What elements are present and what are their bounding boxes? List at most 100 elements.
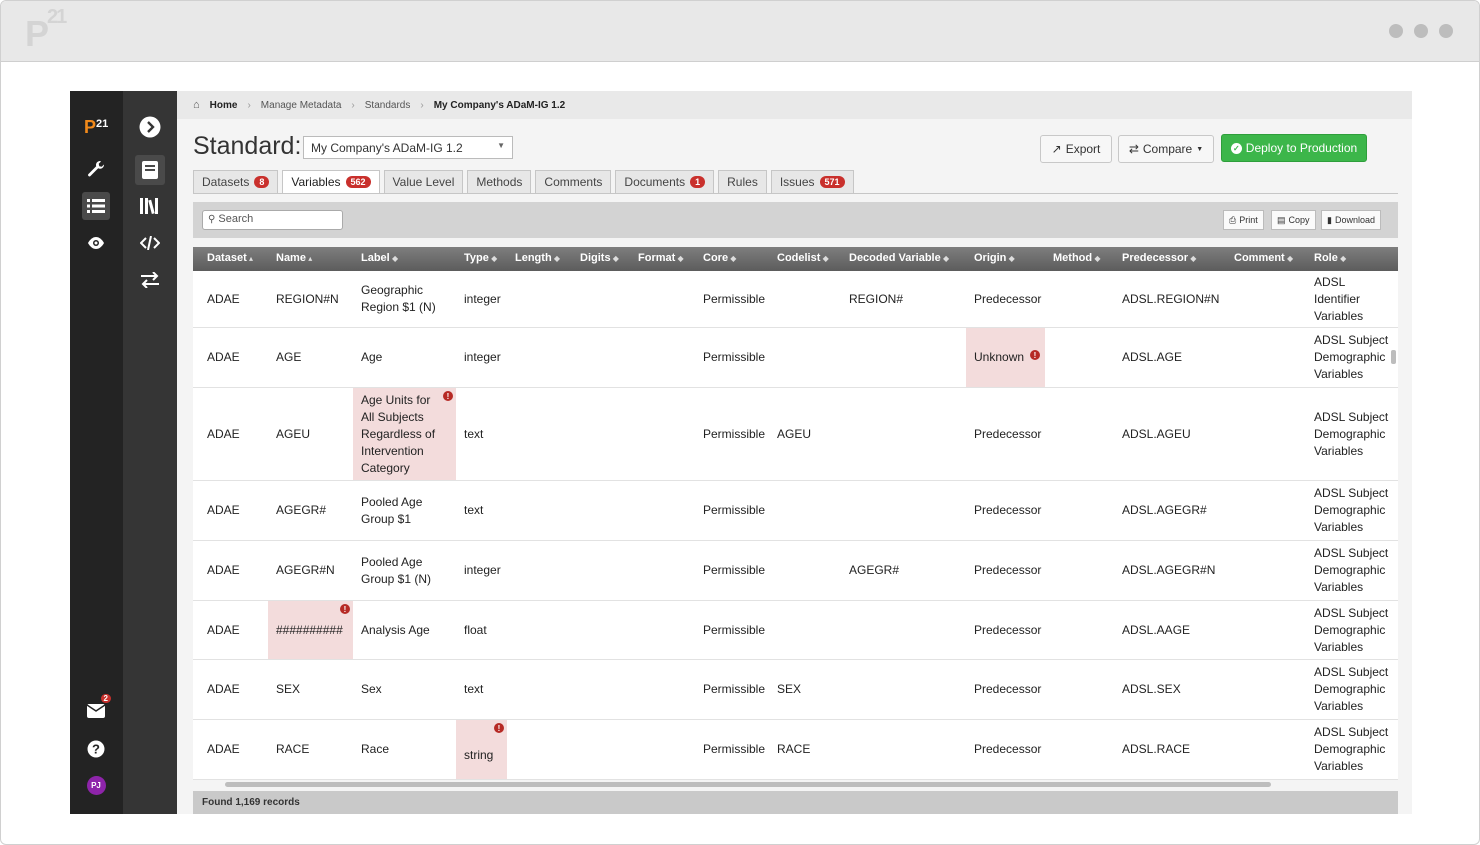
- column-header[interactable]: Name ▴: [276, 252, 312, 264]
- cell-name[interactable]: ##########!: [268, 601, 353, 659]
- print-button[interactable]: ⎙ Print: [1223, 210, 1264, 230]
- cell-origin[interactable]: Predecessor: [966, 720, 1045, 779]
- eye-icon[interactable]: [82, 229, 110, 257]
- tab-methods[interactable]: Methods: [467, 170, 532, 193]
- error-icon[interactable]: !: [340, 604, 350, 614]
- cell-dataset[interactable]: ADAE: [199, 660, 268, 719]
- cell-codelist[interactable]: RACE: [769, 720, 841, 779]
- cell-codelist[interactable]: AGEU: [769, 388, 841, 480]
- export-button[interactable]: ↗ Export: [1040, 135, 1112, 163]
- cell-decoded[interactable]: [841, 601, 966, 659]
- cell-role[interactable]: ADSL Identifier Variables: [1306, 271, 1390, 327]
- table-row[interactable]: ADAE AGEGR#N Pooled Age Group $1 (N) intege…: [193, 541, 1398, 601]
- window-dot[interactable]: [1389, 24, 1403, 38]
- library-icon[interactable]: [136, 192, 164, 220]
- tab-value-level[interactable]: Value Level: [383, 170, 464, 193]
- cell-type[interactable]: text: [456, 388, 507, 480]
- cell-predecessor[interactable]: ADSL.RACE: [1114, 720, 1226, 779]
- cell-name[interactable]: SEX: [268, 660, 353, 719]
- cell-origin[interactable]: Predecessor: [966, 660, 1045, 719]
- cell-role[interactable]: ADSL Subject Demographic Variables: [1306, 720, 1390, 779]
- cell-type[interactable]: text: [456, 481, 507, 540]
- error-icon[interactable]: !: [494, 723, 504, 733]
- home-icon[interactable]: ⌂: [193, 99, 200, 111]
- cell-origin[interactable]: Predecessor: [966, 271, 1045, 327]
- column-header[interactable]: Dataset ▴: [207, 252, 253, 264]
- cell-predecessor[interactable]: ADSL.SEX: [1114, 660, 1226, 719]
- table-row[interactable]: ADAE REGION#N Geographic Region $1 (N) inte…: [193, 271, 1398, 328]
- cell-origin[interactable]: Predecessor: [966, 541, 1045, 600]
- tab-datasets[interactable]: Datasets 8: [193, 170, 279, 193]
- cell-codelist[interactable]: SEX: [769, 660, 841, 719]
- copy-button[interactable]: ▤ Copy: [1271, 210, 1316, 230]
- column-header[interactable]: Label ◆: [361, 252, 398, 264]
- cell-decoded[interactable]: REGION#: [841, 271, 966, 327]
- cell-name[interactable]: AGEU: [268, 388, 353, 480]
- tab-issues[interactable]: Issues 571: [770, 170, 854, 193]
- cell-label[interactable]: Analysis Age: [353, 601, 456, 659]
- standard-select[interactable]: My Company's ADaM-IG 1.2 ▼: [303, 136, 513, 159]
- cell-decoded[interactable]: [841, 481, 966, 540]
- cell-predecessor[interactable]: ADSL.AGE: [1114, 328, 1226, 387]
- column-header[interactable]: Length ◆: [515, 252, 560, 264]
- cell-label[interactable]: Sex: [353, 660, 456, 719]
- cell-origin[interactable]: Unknown!: [966, 328, 1045, 387]
- cell-type[interactable]: integer: [456, 328, 507, 387]
- cell-core[interactable]: Permissible: [695, 601, 769, 659]
- cell-origin[interactable]: Predecessor: [966, 481, 1045, 540]
- column-header[interactable]: Format ◆: [638, 252, 684, 264]
- cell-type[interactable]: integer: [456, 271, 507, 327]
- cell-name[interactable]: AGEGR#N: [268, 541, 353, 600]
- cell-core[interactable]: Permissible: [695, 660, 769, 719]
- table-row[interactable]: ADAE AGEGR# Pooled Age Group $1 text Permiss…: [193, 481, 1398, 541]
- table-row[interactable]: ADAE RACE Race string! Permissible RACE Predec…: [193, 720, 1398, 780]
- help-icon[interactable]: ?: [82, 735, 110, 763]
- cell-type[interactable]: integer: [456, 541, 507, 600]
- swap-icon[interactable]: [136, 266, 164, 294]
- cell-label[interactable]: Pooled Age Group $1 (N): [353, 541, 456, 600]
- download-button[interactable]: ▮ Download: [1321, 210, 1381, 230]
- tab-comments[interactable]: Comments: [535, 170, 612, 193]
- cell-codelist[interactable]: [769, 328, 841, 387]
- cell-origin[interactable]: Predecessor: [966, 388, 1045, 480]
- cell-label[interactable]: Pooled Age Group $1: [353, 481, 456, 540]
- deploy-button[interactable]: ✓ Deploy to Production: [1221, 134, 1367, 162]
- cell-dataset[interactable]: ADAE: [199, 388, 268, 480]
- cell-codelist[interactable]: [769, 481, 841, 540]
- cell-role[interactable]: ADSL Subject Demographic Variables: [1306, 481, 1390, 540]
- column-header[interactable]: Type ◆: [464, 252, 497, 264]
- cell-predecessor[interactable]: ADSL.REGION#N: [1114, 271, 1226, 327]
- breadcrumb-manage[interactable]: Manage Metadata: [261, 100, 342, 111]
- wrench-icon[interactable]: [82, 155, 110, 183]
- cell-role[interactable]: ADSL Subject Demographic Variables: [1306, 541, 1390, 600]
- cell-label[interactable]: Race: [353, 720, 456, 779]
- cell-label[interactable]: Age: [353, 328, 456, 387]
- cell-core[interactable]: Permissible: [695, 388, 769, 480]
- cell-type[interactable]: float: [456, 601, 507, 659]
- cell-codelist[interactable]: [769, 601, 841, 659]
- cell-core[interactable]: Permissible: [695, 720, 769, 779]
- cell-role[interactable]: ADSL Subject Demographic Variables: [1306, 388, 1390, 480]
- cell-predecessor[interactable]: ADSL.AGEGR#N: [1114, 541, 1226, 600]
- column-header[interactable]: Method ◆: [1053, 252, 1100, 264]
- tab-documents[interactable]: Documents 1: [615, 170, 715, 193]
- cell-codelist[interactable]: [769, 541, 841, 600]
- column-header[interactable]: Origin ◆: [974, 252, 1015, 264]
- tab-variables[interactable]: Variables 562: [282, 170, 380, 193]
- cell-core[interactable]: Permissible: [695, 328, 769, 387]
- window-dot[interactable]: [1414, 24, 1428, 38]
- chevron-right-icon[interactable]: [136, 113, 164, 141]
- cell-predecessor[interactable]: ADSL.AAGE: [1114, 601, 1226, 659]
- cell-predecessor[interactable]: ADSL.AGEU: [1114, 388, 1226, 480]
- cell-decoded[interactable]: [841, 720, 966, 779]
- cell-name[interactable]: RACE: [268, 720, 353, 779]
- table-row[interactable]: ADAE SEX Sex text Permissible SEX Predecessor A…: [193, 660, 1398, 720]
- table-row[interactable]: ADAE AGE Age integer Permissible Unknown! ADSL…: [193, 328, 1398, 388]
- cell-decoded[interactable]: [841, 388, 966, 480]
- book-icon[interactable]: [135, 155, 165, 185]
- cell-dataset[interactable]: ADAE: [199, 271, 268, 327]
- cell-codelist[interactable]: [769, 271, 841, 327]
- cell-role[interactable]: ADSL Subject Demographic Variables: [1306, 328, 1390, 387]
- cell-core[interactable]: Permissible: [695, 481, 769, 540]
- cell-dataset[interactable]: ADAE: [199, 601, 268, 659]
